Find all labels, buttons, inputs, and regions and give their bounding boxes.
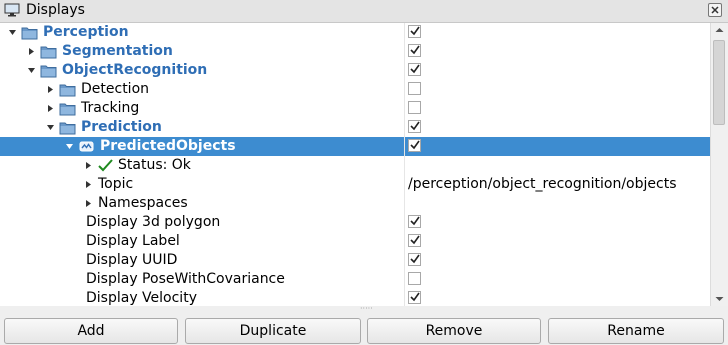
tree-row[interactable]: Display 3d polygon [0,213,710,232]
scroll-thumb[interactable] [713,40,725,125]
tree-row[interactable]: Prediction [0,118,710,137]
tree-row[interactable]: Tracking [0,99,710,118]
folder-icon [40,46,57,59]
tree-row-label: Status: Ok [118,157,191,173]
tree-row[interactable]: Namespaces [0,194,710,213]
window-title: Displays [26,2,85,18]
tree-row[interactable]: PredictedObjects [0,137,710,156]
tree-row-label: Display 3d polygon [86,214,221,230]
vertical-scrollbar[interactable] [710,23,728,306]
folder-icon [59,103,76,116]
tree-row-label: Namespaces [98,195,188,211]
enable-checkbox[interactable] [408,25,421,38]
enable-checkbox[interactable] [408,63,421,76]
tree-row[interactable]: Topic/perception/object_recognition/obje… [0,175,710,194]
check-mark-icon [410,254,420,264]
tree-row-label: Tracking [81,100,140,116]
tree-row[interactable]: Detection [0,80,710,99]
folder-icon [59,122,76,135]
check-mark-icon [410,235,420,245]
tree-row[interactable]: Display UUID [0,251,710,270]
enable-checkbox[interactable] [408,291,421,304]
tree-row-label: Topic [98,176,134,192]
enable-checkbox[interactable] [408,234,421,247]
tree-row[interactable]: Status: Ok [0,156,710,175]
window-titlebar: Displays [0,0,728,23]
displays-tree[interactable]: Perception Segmentation ObjectRecognition D… [0,23,710,306]
collapse-arrow-icon[interactable] [8,28,17,37]
collapse-arrow-icon[interactable] [46,123,55,132]
enable-checkbox[interactable] [408,139,421,152]
check-mark-icon [410,292,420,302]
tree-row-label: Prediction [81,119,162,135]
tree-row[interactable]: Perception [0,23,710,42]
tree-row[interactable]: Display Velocity [0,289,710,306]
check-mark-icon [410,64,420,74]
collapse-arrow-icon[interactable] [65,142,74,151]
expand-arrow-icon[interactable] [27,47,36,56]
expand-arrow-icon[interactable] [46,85,55,94]
enable-checkbox[interactable] [408,215,421,228]
folder-icon [21,27,38,40]
collapse-arrow-icon[interactable] [27,66,36,75]
tree-row-label: Segmentation [62,43,173,59]
tree-row-label: PredictedObjects [100,138,236,154]
check-mark-icon [410,26,420,36]
tree-row[interactable]: Display Label [0,232,710,251]
checkmark-icon [98,159,113,172]
tree-row-label: Detection [81,81,150,97]
enable-checkbox[interactable] [408,253,421,266]
expand-arrow-icon[interactable] [84,199,93,208]
splitter-handle[interactable]: ····· [360,305,373,313]
tree-row-label: Perception [43,24,129,40]
tree-row-label: Display PoseWithCovariance [86,271,285,287]
tree-row-label: Display Velocity [86,290,197,306]
add-button[interactable]: Add [4,318,178,344]
rename-button[interactable]: Rename [548,318,724,344]
enable-checkbox[interactable] [408,272,421,285]
enable-checkbox[interactable] [408,44,421,57]
tree-row[interactable]: Segmentation [0,42,710,61]
duplicate-button[interactable]: Duplicate [185,318,361,344]
expand-arrow-icon[interactable] [84,180,93,189]
expand-arrow-icon[interactable] [46,104,55,113]
folder-icon [59,84,76,97]
tree-row-label: Display UUID [86,252,178,268]
column-divider [404,23,405,306]
tree-row-value[interactable]: /perception/object_recognition/objects [408,175,676,194]
scroll-down-icon[interactable] [711,292,728,306]
check-mark-icon [410,45,420,55]
tree-row[interactable]: ObjectRecognition [0,61,710,80]
monitor-icon [4,3,20,17]
tree-row[interactable]: Display PoseWithCovariance [0,270,710,289]
remove-button[interactable]: Remove [367,318,541,344]
enable-checkbox[interactable] [408,82,421,95]
enable-checkbox[interactable] [408,120,421,133]
close-icon[interactable] [708,3,722,17]
folder-icon [40,65,57,78]
expand-arrow-icon[interactable] [84,161,93,170]
check-mark-icon [410,216,420,226]
check-mark-icon [410,140,420,150]
check-mark-icon [410,121,420,131]
enable-checkbox[interactable] [408,101,421,114]
tree-row-label: Display Label [86,233,180,249]
scroll-up-icon[interactable] [711,23,728,37]
tree-row-label: ObjectRecognition [62,62,208,78]
plugin-icon [79,141,94,152]
